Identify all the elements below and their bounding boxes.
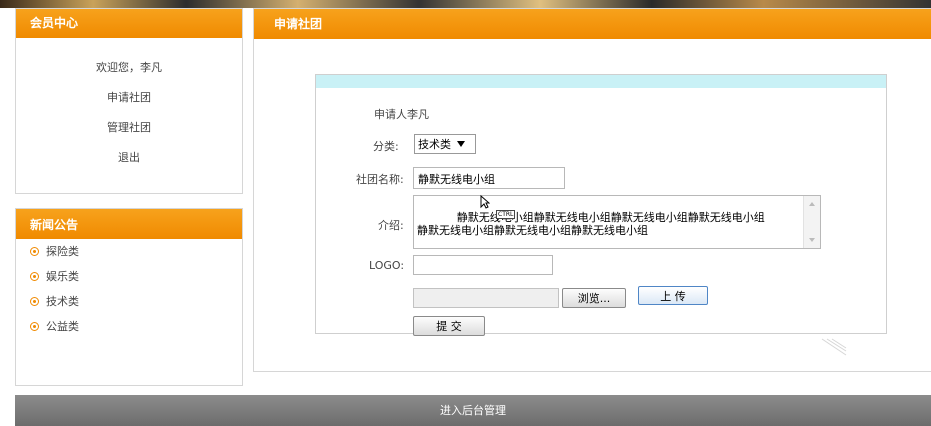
- logo-input[interactable]: [413, 255, 553, 275]
- manage-club-link[interactable]: 管理社团: [16, 120, 242, 150]
- apply-club-title: 申请社团: [254, 9, 931, 39]
- news-item-charity[interactable]: 公益类: [30, 319, 242, 344]
- applicant-label: 申请人: [374, 108, 407, 121]
- news-item-adventure[interactable]: 探险类: [30, 244, 242, 269]
- bullet-icon: [30, 322, 39, 331]
- scroll-down-icon[interactable]: [809, 238, 815, 242]
- chevron-down-icon: [457, 141, 465, 147]
- news-item-label: 娱乐类: [46, 270, 79, 283]
- news-item-entertainment[interactable]: 娱乐类: [30, 269, 242, 294]
- mouse-cursor-icon: [480, 195, 490, 209]
- resize-grip-icon[interactable]: [818, 337, 848, 357]
- club-name-input[interactable]: 静默无线电小组: [413, 167, 565, 189]
- applicant-value: 李凡: [407, 108, 429, 121]
- news-item-label: 公益类: [46, 320, 79, 333]
- file-path-field[interactable]: [413, 288, 559, 308]
- upload-button[interactable]: 上 传: [638, 286, 708, 305]
- news-panel: 新闻公告 探险类 娱乐类 技术类 公益类: [15, 208, 243, 386]
- admin-entry-link[interactable]: 进入后台管理: [440, 404, 506, 417]
- submit-button[interactable]: 提 交: [413, 316, 485, 336]
- bullet-icon: [30, 272, 39, 281]
- form-header-strip: [316, 75, 886, 88]
- logout-link[interactable]: 退出: [16, 150, 242, 180]
- applicant-row: 申请人李凡: [374, 106, 429, 122]
- top-banner-strip: [0, 0, 931, 8]
- category-selected-value: 技术类: [418, 138, 451, 151]
- news-item-label: 技术类: [46, 295, 79, 308]
- member-center-panel: 会员中心 欢迎您，李凡 申请社团 管理社团 退出: [15, 8, 243, 194]
- bullet-icon: [30, 247, 39, 256]
- ctrl-badge: CTRL: [496, 210, 516, 219]
- club-name-label: 社团名称:: [356, 173, 404, 186]
- browse-button[interactable]: 浏览...: [562, 288, 626, 308]
- category-label: 分类:: [373, 140, 399, 153]
- apply-club-link[interactable]: 申请社团: [16, 90, 242, 120]
- intro-label: 介绍:: [378, 219, 404, 232]
- member-center-title: 会员中心: [16, 9, 242, 38]
- category-select[interactable]: 技术类: [414, 134, 476, 154]
- intro-textarea[interactable]: 静默无线电小组静默无线电小组静默无线电小组静默无线电小组 静默无线电小组静默无线…: [413, 195, 821, 249]
- intro-text: 静默无线电小组静默无线电小组静默无线电小组静默无线电小组 静默无线电小组静默无线…: [417, 211, 765, 237]
- news-list: 探险类 娱乐类 技术类 公益类: [16, 239, 242, 344]
- intro-scrollbar[interactable]: [803, 196, 820, 248]
- admin-entry-bar[interactable]: 进入后台管理: [15, 395, 931, 426]
- logo-label: LOGO:: [369, 259, 405, 272]
- bullet-icon: [30, 297, 39, 306]
- scroll-up-icon[interactable]: [809, 202, 815, 206]
- member-links: 欢迎您，李凡 申请社团 管理社团 退出: [16, 38, 242, 180]
- apply-club-panel: 申请社团 申请人李凡 分类: 技术类 社团名称: 静默无线电小组 介绍: 静默无…: [253, 8, 931, 372]
- news-item-technology[interactable]: 技术类: [30, 294, 242, 319]
- news-item-label: 探险类: [46, 245, 79, 258]
- news-panel-title: 新闻公告: [16, 209, 242, 239]
- welcome-text: 欢迎您，李凡: [96, 61, 162, 74]
- apply-form: 申请人李凡 分类: 技术类 社团名称: 静默无线电小组 介绍: 静默无线电小组静…: [315, 74, 887, 356]
